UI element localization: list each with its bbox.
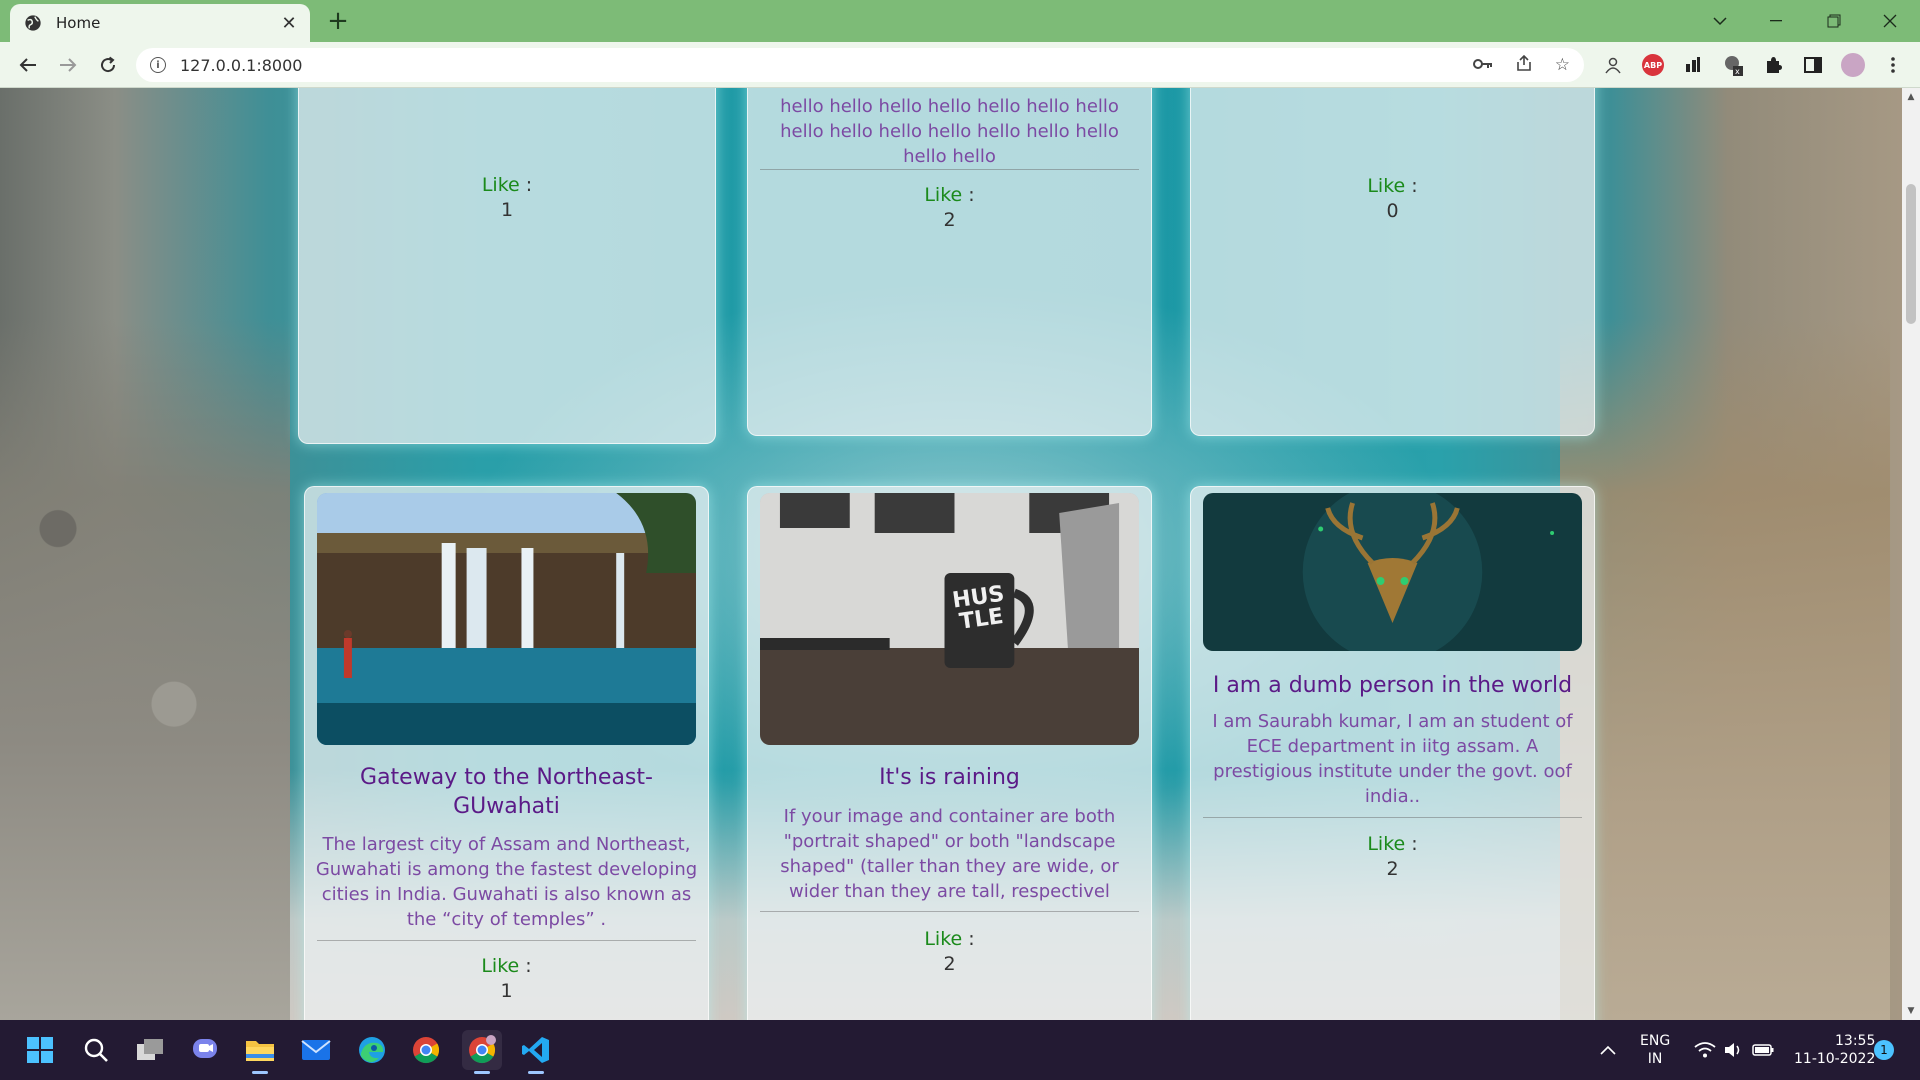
page-scrollbar[interactable]: ▲ ▼: [1902, 88, 1920, 1020]
tab-strip: Home ✕ +: [0, 0, 1920, 42]
adblock-icon[interactable]: ABP: [1640, 52, 1666, 78]
url-text: 127.0.0.1:8000: [180, 55, 303, 75]
mug-text: HUS TLE: [950, 581, 1006, 635]
like-button[interactable]: Like: [481, 955, 519, 977]
windows-start-icon[interactable]: [20, 1030, 60, 1070]
like-section: Like : 2: [1191, 832, 1594, 882]
battery-icon[interactable]: [1752, 1020, 1774, 1080]
menu-kebab-icon[interactable]: [1880, 52, 1906, 78]
page-viewport: Like : 1 hello hello hello hello hello h…: [0, 88, 1920, 1020]
tab-close-icon[interactable]: ✕: [280, 13, 298, 34]
notification-count: 1: [1874, 1040, 1894, 1060]
like-count: 1: [500, 980, 513, 1002]
like-button[interactable]: Like: [924, 928, 962, 950]
mug-image: HUS TLE: [760, 493, 1139, 745]
mail-icon[interactable]: [296, 1030, 336, 1070]
edge-browser-icon[interactable]: [352, 1030, 392, 1070]
like-button[interactable]: Like: [924, 184, 962, 206]
side-panel-icon[interactable]: [1800, 52, 1826, 78]
like-button[interactable]: Like: [482, 174, 520, 196]
card-description: I am Saurabh kumar, I am an student of E…: [1212, 711, 1573, 807]
clock-date: 11-10-2022: [1794, 1051, 1876, 1067]
like-count: 0: [1386, 200, 1399, 222]
chrome-profile-icon[interactable]: [462, 1030, 502, 1074]
region-code: IN: [1647, 1051, 1663, 1067]
volume-icon[interactable]: [1724, 1020, 1744, 1080]
post-card: Gateway to the Northeast-GUwahati The la…: [304, 486, 709, 1020]
minimize-button[interactable]: [1748, 0, 1804, 42]
extensions-puzzle-icon[interactable]: [1760, 52, 1786, 78]
key-icon[interactable]: [1472, 55, 1493, 75]
extension-icon-3[interactable]: [1680, 52, 1706, 78]
chrome-icon[interactable]: [406, 1030, 446, 1070]
card-divider: [317, 940, 696, 941]
like-count: 1: [500, 199, 514, 221]
share-icon[interactable]: [1515, 54, 1533, 77]
waterfall-image: [317, 493, 696, 745]
wifi-icon[interactable]: [1694, 1020, 1716, 1080]
card-title: It's is raining: [879, 765, 1020, 790]
deer-image: [1203, 493, 1582, 651]
like-section: Like : 0: [1191, 174, 1594, 224]
clock-time: 13:55: [1835, 1033, 1876, 1049]
browser-toolbar: i 127.0.0.1:8000 ☆ ABP x: [0, 42, 1920, 88]
task-view-icon[interactable]: [130, 1030, 170, 1070]
post-card: Like : 1: [298, 88, 716, 444]
post-card: I am a dumb person in the world I am Sau…: [1190, 486, 1595, 1020]
post-card: HUS TLE It's is raining If your image an…: [747, 486, 1152, 1020]
card-divider: [760, 169, 1139, 170]
svg-text:x: x: [1735, 67, 1740, 76]
like-section: Like : 2: [748, 927, 1151, 977]
vscode-icon[interactable]: [516, 1030, 556, 1074]
card-description: The largest city of Assam and Northeast,…: [315, 834, 698, 930]
post-card: Like : 0: [1190, 88, 1595, 436]
restore-button[interactable]: [1806, 0, 1862, 42]
close-window-button[interactable]: [1862, 0, 1918, 42]
like-section: Like : 1: [305, 954, 708, 1004]
notification-badge[interactable]: 1: [1874, 1020, 1894, 1080]
like-count: 2: [1386, 858, 1399, 880]
card-title: Gateway to the Northeast-GUwahati: [360, 765, 653, 819]
card-description: If your image and container are both "po…: [780, 806, 1119, 902]
scrollbar-thumb[interactable]: [1906, 184, 1916, 324]
like-button[interactable]: Like: [1367, 833, 1405, 855]
card-title: I am a dumb person in the world: [1212, 673, 1573, 698]
site-info-icon[interactable]: i: [150, 57, 166, 73]
tab-title: Home: [56, 14, 101, 32]
language-code: ENG: [1640, 1033, 1671, 1049]
show-hidden-icons-chevron-icon[interactable]: [1600, 1020, 1616, 1080]
extension-icon-4[interactable]: x: [1720, 52, 1746, 78]
post-card: hello hello hello hello hello hello hell…: [747, 88, 1152, 436]
clock[interactable]: 13:55 11-10-2022: [1794, 1020, 1875, 1080]
back-arrow-icon[interactable]: [14, 51, 42, 79]
language-indicator[interactable]: ENG IN: [1640, 1020, 1670, 1080]
like-section: Like : 2: [748, 183, 1151, 233]
file-explorer-icon[interactable]: [240, 1030, 280, 1074]
background-rocks-right: [1560, 318, 1890, 1020]
globe-icon: [25, 15, 41, 31]
search-icon[interactable]: [76, 1030, 116, 1070]
scroll-up-arrow-icon[interactable]: ▲: [1902, 92, 1920, 102]
extension-icon-1[interactable]: [1600, 52, 1626, 78]
scroll-down-arrow-icon[interactable]: ▼: [1902, 1006, 1920, 1016]
tab-home[interactable]: Home ✕: [10, 4, 310, 42]
address-bar[interactable]: i 127.0.0.1:8000 ☆: [136, 48, 1584, 82]
reload-icon[interactable]: [94, 51, 122, 79]
tab-search-chevron-icon[interactable]: [1692, 0, 1748, 42]
like-count: 2: [943, 209, 956, 231]
card-description: hello hello hello hello hello hello hell…: [780, 96, 1119, 167]
new-tab-button[interactable]: +: [323, 6, 353, 36]
background-rocks-left: [0, 318, 290, 1020]
like-count: 2: [943, 953, 956, 975]
profile-avatar[interactable]: [1840, 52, 1866, 78]
like-button[interactable]: Like: [1367, 175, 1405, 197]
bookmark-star-icon[interactable]: ☆: [1555, 55, 1570, 75]
card-divider: [760, 911, 1139, 912]
teams-chat-icon[interactable]: [186, 1030, 226, 1070]
like-section: Like : 1: [299, 173, 715, 223]
forward-arrow-icon[interactable]: [54, 51, 82, 79]
card-divider: [1203, 817, 1582, 818]
windows-taskbar: ENG IN 13:55 11-10-2022 1: [0, 1020, 1920, 1080]
